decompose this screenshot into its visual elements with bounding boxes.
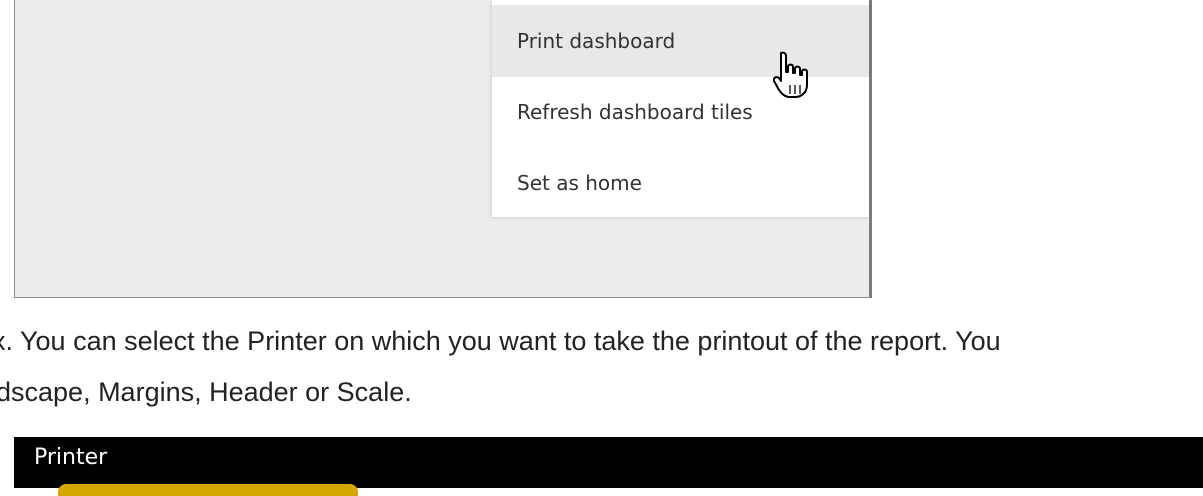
- printer-label: Printer: [34, 445, 108, 470]
- menu-item-label: Refresh dashboard tiles: [517, 100, 753, 124]
- hand-pointer-icon: [773, 51, 808, 98]
- menu-item-set-as-home[interactable]: Set as home: [492, 147, 869, 219]
- paragraph-line-1: x. You can select the Printer on which y…: [0, 326, 1001, 356]
- printer-select[interactable]: [58, 484, 358, 496]
- paragraph-line-2: dscape, Margins, Header or Scale.: [0, 377, 412, 407]
- print-dialog-header: Printer: [14, 437, 1203, 496]
- menu-item-label: Print dashboard: [517, 29, 676, 53]
- dashboard-context-menu: Print dashboard Refresh dashboard tiles …: [492, 0, 869, 217]
- menu-item-label: Set as home: [517, 171, 642, 195]
